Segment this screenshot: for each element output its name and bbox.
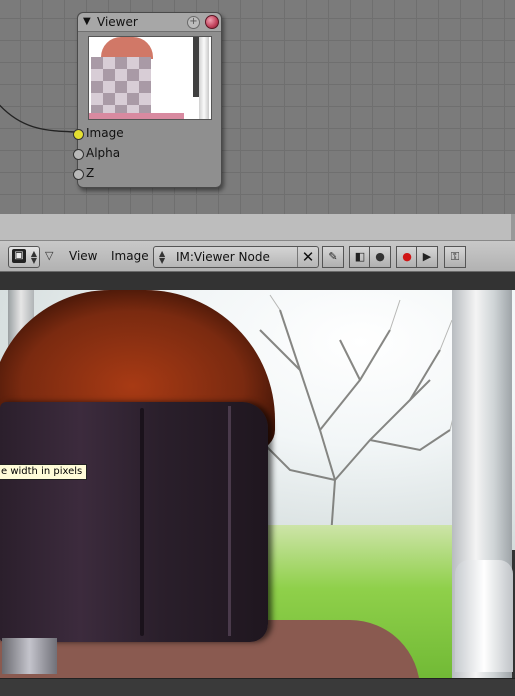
rendered-image: [0, 290, 515, 678]
image-editor-icon: ▣: [12, 249, 26, 263]
clear-image-button[interactable]: ✕: [297, 247, 318, 267]
viewer-node[interactable]: ▼ Viewer + Image Alpha Z: [73, 12, 222, 188]
socket-dot-icon[interactable]: [73, 129, 84, 140]
menu-collapse-icon[interactable]: ▽: [45, 249, 53, 262]
node-header[interactable]: ▼ Viewer +: [78, 13, 221, 32]
close-dot-icon[interactable]: [205, 15, 219, 29]
node-editor-area[interactable]: ▼ Viewer + Image Alpha Z: [0, 0, 515, 214]
lock-icon[interactable]: ⚿: [444, 246, 466, 268]
plus-icon[interactable]: +: [187, 16, 200, 29]
play-icon[interactable]: ▶: [416, 246, 438, 268]
menu-view[interactable]: View: [69, 249, 97, 263]
menu-image[interactable]: Image: [111, 249, 149, 263]
scrollbar[interactable]: [511, 214, 515, 240]
socket-dot-icon[interactable]: [73, 169, 84, 180]
node-title: Viewer: [97, 15, 138, 29]
image-editor-header: ▣ ▲ ▼ ▽ View Image ▲ ▼ IM:Viewer Node ✕ ✎ …: [0, 241, 515, 272]
updown-arrows-icon: ▲ ▼: [30, 249, 37, 265]
view-mode-icon[interactable]: ◧: [349, 246, 371, 268]
updown-arrows-icon[interactable]: ▲ ▼: [159, 250, 165, 265]
bottom-bar: [0, 678, 515, 696]
record-icon[interactable]: ●: [396, 246, 418, 268]
headrest: [0, 402, 268, 642]
editor-type-selector[interactable]: ▣ ▲ ▼: [8, 246, 40, 268]
tooltip: e width in pixels: [0, 464, 88, 480]
image-name-field[interactable]: IM:Viewer Node: [176, 250, 270, 264]
image-view-canvas[interactable]: e width in pixels: [0, 272, 515, 678]
socket-label: Image: [86, 126, 124, 140]
image-browse-selector[interactable]: ▲ ▼ IM:Viewer Node ✕: [153, 246, 319, 268]
socket-label: Z: [86, 166, 95, 180]
paint-brush-icon[interactable]: ✎: [322, 246, 344, 268]
node-editor-bottom-strip: [0, 214, 515, 241]
collapse-triangle-icon[interactable]: ▼: [83, 16, 91, 27]
socket-dot-icon[interactable]: [73, 149, 84, 160]
socket-label: Alpha: [86, 146, 121, 160]
node-preview-image: [88, 36, 212, 120]
dot-icon[interactable]: ●: [369, 246, 391, 268]
